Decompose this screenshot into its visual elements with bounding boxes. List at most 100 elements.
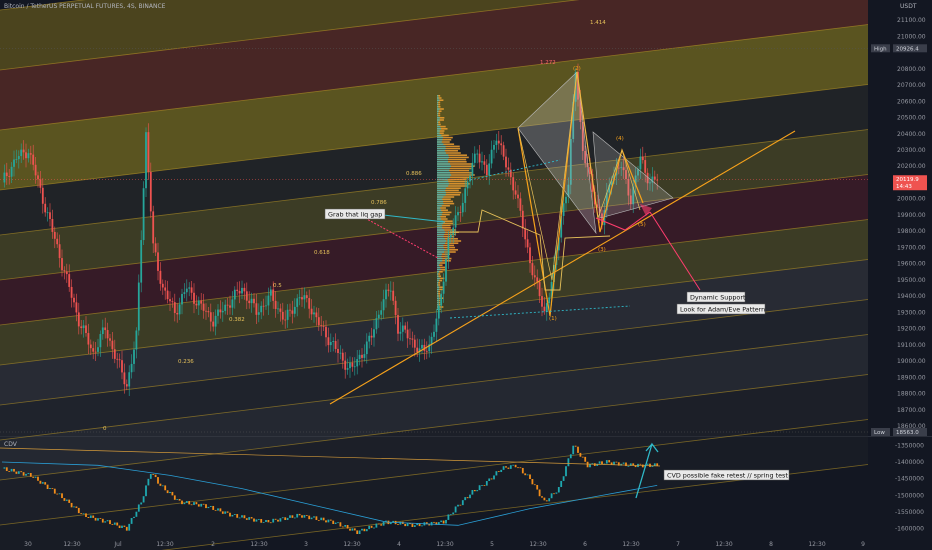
cvd-bar (75, 506, 78, 508)
candle-body (226, 304, 229, 306)
candle-body (365, 341, 368, 355)
candle-body (70, 286, 73, 298)
candle-body (452, 227, 455, 235)
volume-profile-bar (437, 249, 445, 251)
cvd-bar (164, 485, 167, 491)
cvd-bar (519, 467, 522, 469)
cvd-bar (337, 522, 339, 524)
candle-body (53, 231, 56, 239)
cvd-bar (92, 515, 95, 518)
candle-body (181, 293, 183, 305)
cvd-bar (257, 519, 260, 520)
cvd-bar (421, 525, 423, 527)
candle-body (75, 302, 78, 313)
cvd-bar (265, 520, 267, 523)
cvd-bar (488, 478, 491, 481)
cvd-bar (200, 503, 203, 507)
candle-body (233, 289, 236, 300)
cvd-bar (344, 525, 347, 527)
cvd-bar (466, 497, 469, 499)
volume-profile-bar (437, 125, 441, 128)
cvd-bar (128, 523, 131, 531)
candle-body (137, 282, 140, 331)
candle-body (344, 360, 347, 370)
cvd-bar (135, 511, 138, 517)
candle-body (377, 314, 380, 319)
candle-body (212, 321, 215, 327)
candle-body (454, 215, 457, 228)
cvd-bar (452, 512, 455, 515)
currency-label: USDT (900, 3, 917, 10)
cvd-bar (305, 515, 308, 516)
volume-profile-bar (437, 299, 439, 302)
candle-body (298, 297, 301, 299)
candle-body (286, 309, 289, 320)
cvd-bar (368, 525, 371, 530)
candle-body (349, 362, 351, 369)
candle-body (291, 310, 294, 314)
cvd-bar (457, 504, 459, 507)
cvd-bar (219, 508, 222, 512)
candle-body (200, 300, 203, 304)
cvd-bar (85, 513, 87, 518)
cvd-bar (152, 473, 155, 475)
cvd-bar (490, 478, 493, 480)
volume-profile-bar (437, 301, 439, 304)
volume-profile-bar (437, 108, 440, 110)
cvd-bar (49, 488, 51, 489)
time-tick-label: 12:30 (808, 541, 825, 548)
candle-body (17, 156, 20, 160)
candle-body (387, 289, 390, 291)
candle-body (123, 372, 126, 385)
candle-body (469, 175, 471, 182)
cvd-bar (358, 530, 361, 534)
cvd-bar (445, 519, 447, 524)
cvd-bar (553, 493, 555, 495)
candle-body (433, 331, 435, 337)
candle-body (526, 239, 529, 248)
candle-body (327, 337, 330, 346)
volume-profile-bar (437, 202, 444, 205)
volume-profile-bar (437, 147, 446, 150)
price-tick-label: 19200.00 (897, 326, 926, 333)
cvd-bar (267, 520, 270, 523)
cvd-bar (262, 522, 265, 523)
volume-profile-bar (437, 121, 439, 123)
candle-body (337, 348, 339, 353)
volume-profile-bar (437, 268, 441, 271)
cvd-bar (70, 502, 73, 508)
time-tick-label: 5 (490, 541, 494, 548)
cvd-bar (577, 446, 579, 453)
cvd-bar (125, 526, 128, 531)
wave-label: (5) (638, 222, 646, 228)
cvd-bar (478, 485, 481, 491)
cvd-bar (485, 480, 488, 486)
volume-profile-bar (437, 112, 439, 115)
candle-body (524, 228, 527, 240)
volume-profile-bar (437, 293, 439, 295)
volume-profile-bar (437, 189, 446, 192)
cvd-bar (149, 473, 152, 479)
time-tick-label: 30 (24, 541, 32, 548)
candle-body (279, 308, 282, 312)
candle-body (284, 319, 287, 321)
candle-body (231, 299, 234, 308)
high-value: 20926.4 (896, 46, 919, 52)
cvd-bar (536, 484, 539, 490)
cvd-bar (293, 517, 296, 519)
cvd-bar (281, 517, 284, 519)
candle-body (159, 270, 162, 284)
candle-body (255, 303, 258, 315)
price-chart[interactable]: 1.414 1.272 0.886 0.786 0.618 0.5 0.382 0.236 0 (… (0, 0, 932, 550)
candle-body (521, 210, 524, 229)
volume-profile-bar (437, 240, 447, 242)
volume-profile-bar (437, 224, 443, 227)
price-tick-label: 19800.00 (897, 228, 926, 235)
time-tick-label: 12:30 (715, 541, 732, 548)
volume-profile-bar (437, 194, 446, 196)
cvd-bar (389, 522, 392, 525)
cvd-bar (517, 467, 519, 469)
cvd-bar (104, 521, 107, 523)
cvd-bar (99, 518, 102, 520)
time-tick-label: 3 (304, 541, 308, 548)
